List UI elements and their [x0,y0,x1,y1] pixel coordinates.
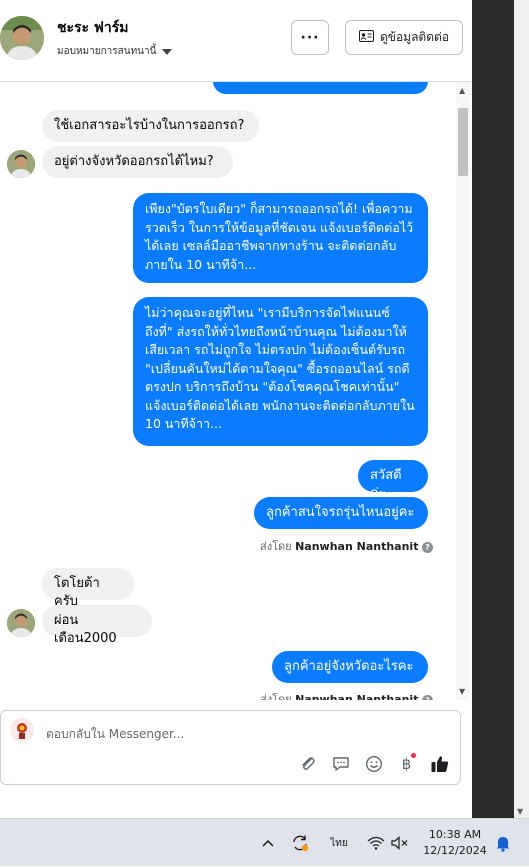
clock-time: 10:38 AM [428,828,482,841]
scroll-up-arrow-icon[interactable]: ▲ [459,86,465,95]
sent-by-prefix: ส่งโดย [260,693,292,700]
speaker-muted-icon[interactable] [389,819,411,867]
sent-by-name[interactable]: Nanwhan Nanthanit [295,540,418,553]
message-scrollbar[interactable]: ▲ ▼ [456,82,470,700]
sent-by-prefix: ส่งโดย [260,540,292,553]
incoming-message[interactable]: โตโยต้าครับ [42,568,134,609]
chat-header: ชะระ ฟาร์ม มอบหมายการสนทนานี้ ··· ดูข้อม… [0,0,472,82]
outgoing-message[interactable]: ลูกค้าอยู่จังหวัดอะไรคะ [272,651,428,683]
input-language[interactable]: ไทย [326,819,352,867]
payment-baht-icon[interactable]: ฿ [396,753,417,774]
contact-name[interactable]: ชะระ ฟาร์ม [57,17,128,39]
view-contact-label: ดูข้อมูลติดต่อ [379,30,450,44]
composer-toolbar: ฿ [297,753,450,774]
assign-conversation-dropdown[interactable]: มอบหมายการสนทนานี้ [57,44,173,59]
wifi-icon[interactable] [365,819,387,867]
contact-avatar[interactable] [0,16,44,60]
incoming-message[interactable]: อยู่ต่างจังหวัดออกรถได้ไหม? [42,146,233,178]
caret-down-icon [162,48,173,55]
assign-label: มอบหมายการสนทนานี้ [57,46,157,57]
contact-card-icon [358,30,374,45]
message-input[interactable]: ตอบกลับใน Messenger... [46,725,184,744]
sent-by-name[interactable]: Nanwhan Nanthanit [295,693,418,700]
sync-icon[interactable] [288,819,312,867]
app-window: ▼ ชะระ ฟาร์ม มอบหมายการสนทนานี้ ··· ดูข้… [0,0,529,866]
sent-by-label: ส่งโดย Nanwhan Nanthanit ? [260,537,433,555]
scroll-down-arrow-icon[interactable]: ▼ [517,807,523,816]
page-avatar [10,718,34,742]
attachment-icon[interactable] [297,753,318,774]
help-icon[interactable]: ? [421,541,433,553]
incoming-message[interactable]: ผ่อนเดือน2000 [42,605,152,646]
taskbar: ไทย 10:38 AM 12/12/2024 [0,818,529,866]
contact-avatar-small [7,150,35,178]
reply-composer[interactable]: ตอบกลับใน Messenger... ฿ [0,710,461,785]
chat-panel: ชะระ ฟาร์ม มอบหมายการสนทนานี้ ··· ดูข้อม… [0,0,472,795]
saved-reply-icon[interactable] [330,753,351,774]
thumbs-up-icon[interactable] [429,753,450,774]
outgoing-message[interactable]: เพียง"บัตรใบเดียว" ก็สามารถออกรถได้! เพื… [133,193,428,283]
more-options-button[interactable]: ··· [291,20,329,55]
notification-dot [411,753,416,758]
scrollbar-thumb[interactable] [458,108,468,176]
message-list[interactable]: ใช้เอกสารอะไรบ้างในการออกรถ? อยู่ต่างจัง… [0,82,472,700]
contact-avatar-small [7,609,35,637]
outgoing-message[interactable]: ไม่ว่าคุณจะอยู่ที่ไหน "เรามีบริการจัดไฟแ… [133,297,428,446]
emoji-icon[interactable] [363,753,384,774]
window-scrollbar[interactable]: ▼ [514,0,529,818]
help-icon[interactable]: ? [421,694,433,700]
sent-by-label: ส่งโดย Nanwhan Nanthanit ? [260,690,433,700]
chevron-up-icon[interactable] [258,819,278,867]
scroll-down-arrow-icon[interactable]: ▼ [459,687,465,696]
clock[interactable]: 10:38 AM 12/12/2024 [420,819,490,867]
incoming-message[interactable]: ใช้เอกสารอะไรบ้างในการออกรถ? [42,110,259,142]
clock-date: 12/12/2024 [423,844,487,857]
outgoing-message[interactable]: ลูกค้าสนใจรถรุ่นไหนอยู่คะ [254,497,428,529]
outgoing-message[interactable]: สวัสดีค่ะ [358,460,428,501]
notification-bell-icon[interactable] [492,819,514,867]
partial-message-bubble[interactable] [213,82,428,94]
view-contact-info-button[interactable]: ดูข้อมูลติดต่อ [345,20,463,55]
